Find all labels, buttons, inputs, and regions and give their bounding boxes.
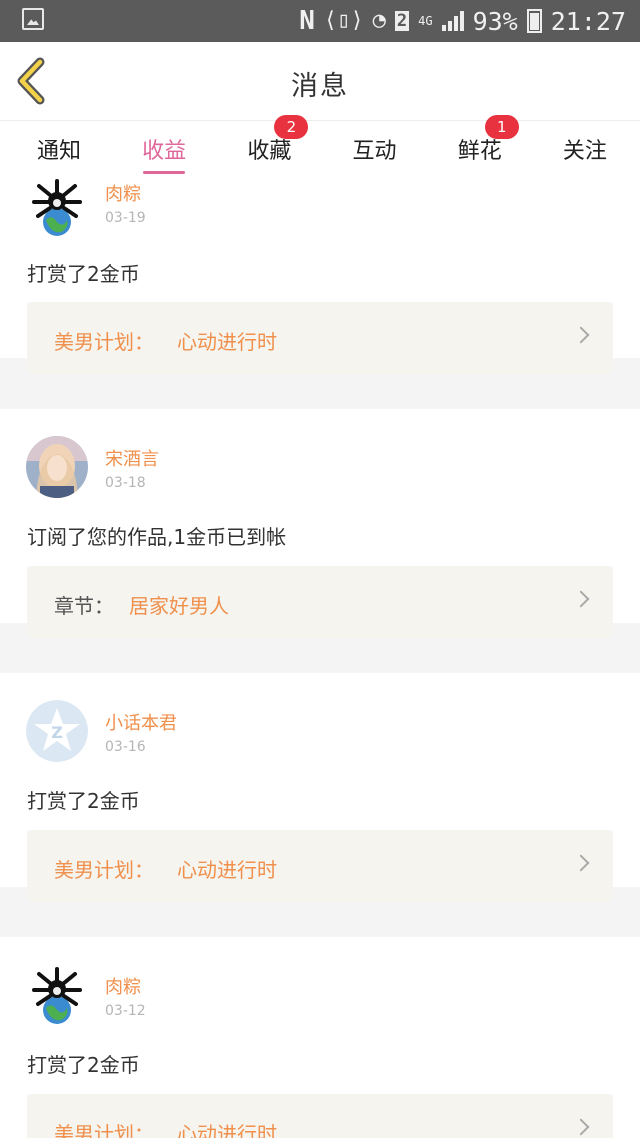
- tab-earnings[interactable]: 收益: [119, 121, 209, 178]
- avatar[interactable]: Z: [26, 700, 88, 762]
- tab-favorites[interactable]: 收藏 2: [224, 115, 314, 178]
- chevron-right-icon: [572, 1118, 590, 1136]
- avatar[interactable]: [26, 964, 88, 1026]
- flowers-badge: 1: [484, 115, 519, 139]
- item-message: 打赏了2金币: [27, 1053, 140, 1077]
- sim-indicator: 2: [394, 11, 410, 31]
- item-date: 03-16: [105, 739, 146, 755]
- username[interactable]: 小话本君: [105, 709, 177, 735]
- tab-interactions[interactable]: 互动: [330, 121, 420, 178]
- avatar-image: [26, 964, 88, 1026]
- username[interactable]: 肉粽: [105, 180, 141, 206]
- list-item: 肉粽 03-12 打赏了2金币 美男计划： 心动进行时: [0, 937, 640, 1138]
- gallery-icon: [22, 8, 44, 30]
- tab-label: 收藏: [247, 139, 292, 164]
- star-z-icon: Z: [26, 700, 88, 762]
- tab-label: 鲜花: [457, 139, 502, 164]
- related-label: 章节：: [54, 594, 114, 618]
- username[interactable]: 宋酒言: [105, 445, 159, 471]
- item-message: 打赏了2金币: [27, 262, 140, 286]
- status-icons: N ⟨▯⟩ ◔ 2 4G 93% 21:27: [299, 5, 626, 37]
- related-label: 美男计划：: [54, 1122, 154, 1138]
- message-list: 肉粽 03-19 打赏了2金币 美男计划： 心动进行时 宋酒言 03-18 订阅…: [0, 178, 640, 1138]
- clock: 21:27: [550, 6, 626, 36]
- avatar[interactable]: [26, 436, 88, 498]
- tab-label: 收益: [142, 139, 187, 164]
- tab-label: 关注: [562, 139, 607, 164]
- related-title: 心动进行时: [177, 1122, 277, 1138]
- signal-icon: [441, 11, 464, 31]
- avatar[interactable]: [26, 178, 88, 238]
- tab-label: 通知: [36, 139, 81, 164]
- item-date: 03-19: [105, 210, 146, 226]
- avatar-image: [26, 178, 88, 238]
- tab-flowers[interactable]: 鲜花 1: [435, 115, 525, 178]
- network-type: 4G: [418, 14, 433, 28]
- svg-text:Z: Z: [51, 723, 63, 742]
- tab-bar: 通知 收益 收藏 2 互动 鲜花 1 关注: [0, 115, 640, 178]
- tab-notifications[interactable]: 通知: [14, 121, 104, 178]
- favorites-badge: 2: [274, 115, 309, 139]
- nfc-icon: N: [299, 6, 315, 36]
- chevron-right-icon: [572, 590, 590, 608]
- active-tab-indicator: [143, 171, 186, 174]
- related-title: 心动进行时: [177, 330, 277, 354]
- tab-follow[interactable]: 关注: [540, 121, 630, 178]
- related-work-card[interactable]: 美男计划： 心动进行时: [27, 1094, 613, 1138]
- avatar-image: [26, 436, 88, 498]
- related-title: 居家好男人: [129, 594, 229, 618]
- chevron-right-icon: [572, 854, 590, 872]
- related-work-card[interactable]: 章节： 居家好男人: [27, 566, 613, 638]
- related-work-card[interactable]: 美男计划： 心动进行时: [27, 302, 613, 374]
- battery-icon: [526, 9, 542, 33]
- item-message: 订阅了您的作品,1金币已到帐: [27, 525, 287, 549]
- list-item: 宋酒言 03-18 订阅了您的作品,1金币已到帐 章节： 居家好男人: [0, 409, 640, 638]
- status-bar: N ⟨▯⟩ ◔ 2 4G 93% 21:27: [0, 0, 640, 42]
- tab-label: 互动: [352, 139, 397, 164]
- page-title: 消息: [291, 71, 349, 102]
- related-title: 心动进行时: [177, 858, 277, 882]
- list-item: 肉粽 03-19 打赏了2金币 美男计划： 心动进行时: [0, 178, 640, 374]
- chevron-right-icon: [572, 326, 590, 344]
- wifi-icon: ◔: [372, 8, 386, 33]
- related-label: 美男计划：: [54, 858, 154, 882]
- related-label: 美男计划：: [54, 330, 154, 354]
- username[interactable]: 肉粽: [105, 973, 141, 999]
- list-item: Z 小话本君 03-16 打赏了2金币 美男计划： 心动进行时: [0, 673, 640, 902]
- item-message: 打赏了2金币: [27, 789, 140, 813]
- item-date: 03-12: [105, 1003, 146, 1019]
- item-date: 03-18: [105, 475, 146, 491]
- vibrate-icon: ⟨▯⟩: [323, 8, 364, 33]
- battery-percent: 93%: [472, 6, 518, 36]
- nav-header: 消息: [0, 42, 640, 120]
- related-work-card[interactable]: 美男计划： 心动进行时: [27, 830, 613, 902]
